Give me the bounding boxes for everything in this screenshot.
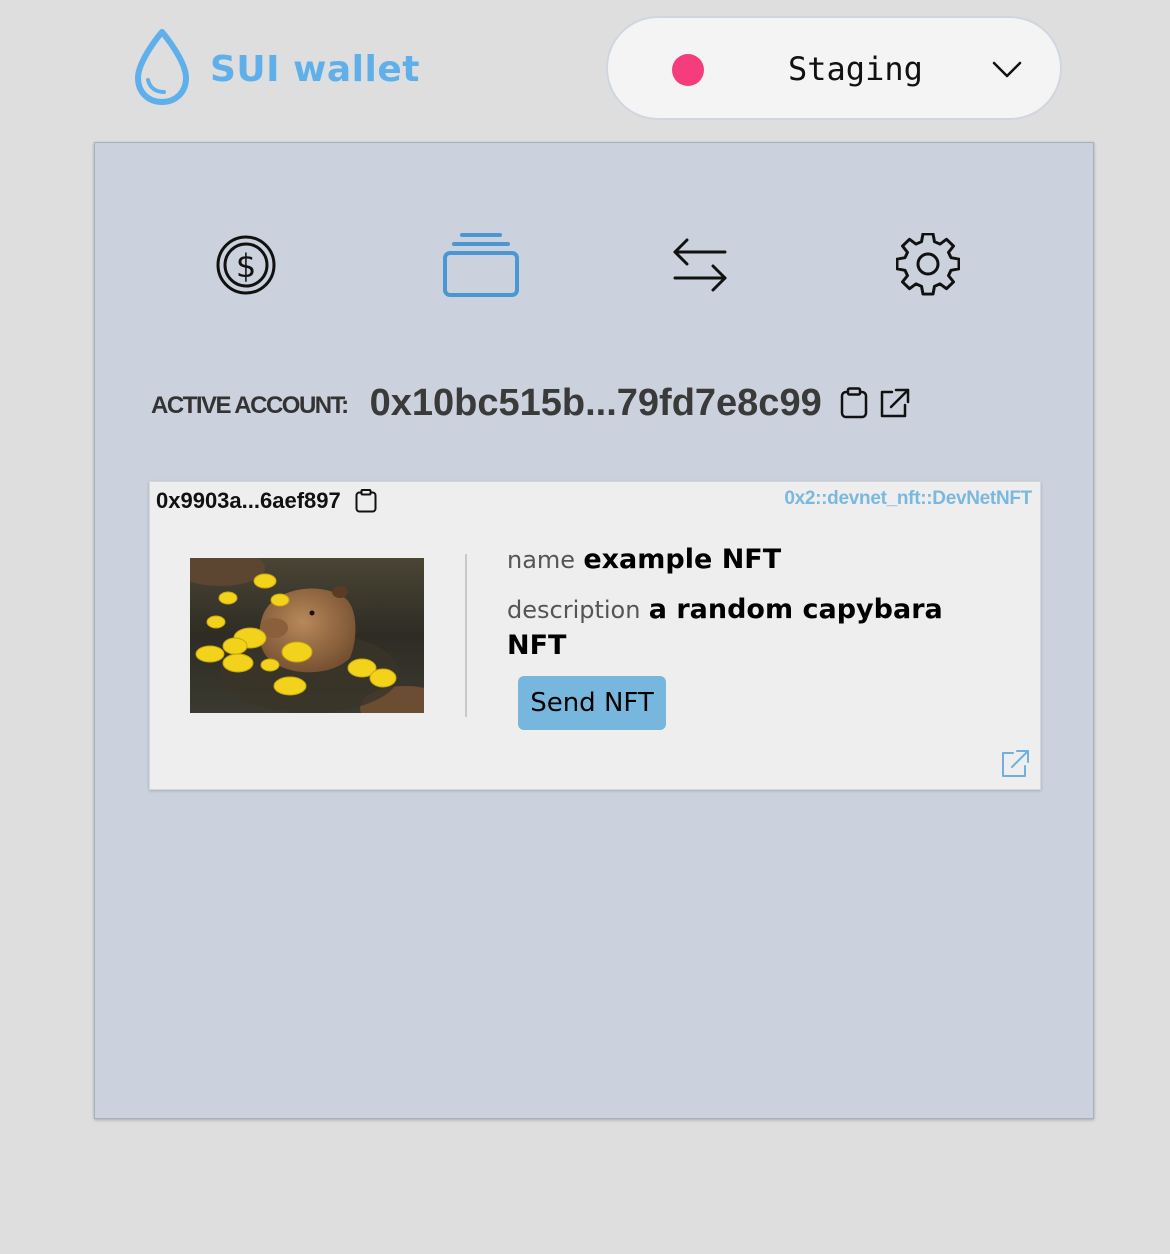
nft-id-row: 0x9903a...6aef897 xyxy=(156,488,377,514)
nft-image xyxy=(190,558,424,713)
chevron-down-icon xyxy=(992,60,1022,85)
arrows-swap-icon xyxy=(671,234,729,301)
nft-attr-description: description a random capybara NFT xyxy=(507,592,987,664)
nav-nfts[interactable] xyxy=(441,227,521,307)
nft-card: 0x9903a...6aef897 0x2::devnet_nft::DevNe… xyxy=(149,481,1041,790)
cards-stack-icon xyxy=(442,231,520,304)
nft-object-id: 0x9903a...6aef897 xyxy=(156,488,341,513)
nft-attr-name: name example NFT xyxy=(507,542,987,578)
clipboard-icon[interactable] xyxy=(838,385,870,421)
clipboard-icon[interactable] xyxy=(355,489,377,513)
active-account-row: ACTIVE ACCOUNT: 0x10bc515b...79fd7e8c99 xyxy=(151,378,918,428)
external-link-icon[interactable] xyxy=(1000,749,1030,779)
network-status-dot xyxy=(672,54,704,86)
active-account-label: ACTIVE ACCOUNT: xyxy=(151,392,349,419)
nft-type: 0x2::devnet_nft::DevNetNFT xyxy=(784,488,1032,509)
svg-text:$: $ xyxy=(236,247,256,285)
gear-icon xyxy=(895,231,961,302)
dollar-coin-icon: $ xyxy=(215,234,277,301)
nav-settings[interactable] xyxy=(888,227,968,307)
nft-divider xyxy=(465,554,467,717)
nft-attributes: name example NFT description a random ca… xyxy=(507,542,987,678)
nft-attr-value: example NFT xyxy=(583,544,782,575)
external-link-icon[interactable] xyxy=(878,385,910,421)
app-logo: SUI wallet xyxy=(134,28,420,111)
nav-transactions[interactable] xyxy=(660,227,740,307)
app-name: SUI wallet xyxy=(210,49,420,90)
network-selector[interactable]: Staging xyxy=(606,16,1062,120)
nft-attr-key: name xyxy=(507,546,576,574)
nav-tokens[interactable]: $ xyxy=(206,227,286,307)
nft-attr-key: description xyxy=(507,596,641,624)
droplet-icon xyxy=(134,28,190,111)
network-label: Staging xyxy=(788,50,923,88)
send-nft-button[interactable]: Send NFT xyxy=(518,676,666,730)
wallet-panel: $ ACTIVE ACCOUNT: 0x10bc515b...79fd7e8c9… xyxy=(94,142,1094,1119)
active-account-address: 0x10bc515b...79fd7e8c99 xyxy=(369,381,822,424)
